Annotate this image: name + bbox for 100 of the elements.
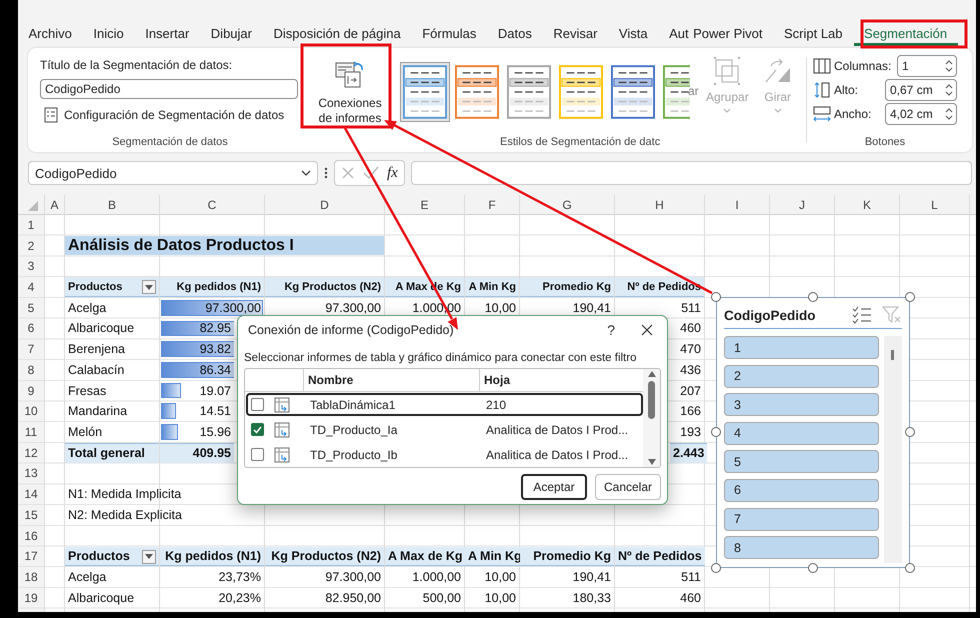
table-cell-text: 436 <box>679 362 702 379</box>
dialog-button[interactable]: Aceptar <box>521 474 587 500</box>
table-cell-text: 82.950,00 <box>324 590 382 607</box>
row-header[interactable]: 6 <box>18 318 44 338</box>
style-swatch[interactable] <box>556 62 606 122</box>
slicer-item[interactable]: 8 <box>724 536 880 560</box>
row-header[interactable]: 17 <box>18 546 44 566</box>
multi-select-icon[interactable] <box>852 306 872 324</box>
row-header[interactable]: 1 <box>18 215 44 235</box>
row-header[interactable]: 16 <box>18 526 44 546</box>
row-header[interactable]: 12 <box>18 442 44 463</box>
list-row[interactable]: TD_Producto_Ib Analitica de Datos I Prod... <box>246 443 643 466</box>
column-header[interactable]: G <box>520 195 614 214</box>
row-header[interactable]: 14 <box>18 484 44 504</box>
style-swatch[interactable] <box>400 62 450 122</box>
row-header[interactable]: 19 <box>18 588 44 608</box>
column-header[interactable]: J <box>770 195 834 214</box>
ribbon-tab[interactable]: Disposición de página <box>262 20 412 46</box>
row-header[interactable]: 4 <box>18 277 44 297</box>
slicer-item[interactable]: 1 <box>724 336 880 359</box>
scroll-down-icon[interactable] <box>648 459 656 465</box>
slicer-item[interactable]: 3 <box>724 393 880 416</box>
column-header[interactable]: H <box>615 195 704 214</box>
table-cell-text: 460 <box>679 320 702 338</box>
row-header[interactable]: 8 <box>18 360 44 380</box>
filter-button[interactable] <box>142 550 156 564</box>
ribbon-tab[interactable]: Fórmulas <box>412 20 488 46</box>
row-header[interactable]: 9 <box>18 380 44 400</box>
table-cell-text: Acelga <box>67 569 108 586</box>
enter-icon[interactable] <box>363 166 379 180</box>
row-header[interactable]: 7 <box>18 339 44 360</box>
column-header[interactable]: B <box>65 195 159 214</box>
slicer-item[interactable]: 2 <box>724 364 880 388</box>
slicer-item[interactable]: 5 <box>724 450 880 474</box>
style-swatch[interactable] <box>608 62 658 122</box>
list-row[interactable]: TD_Producto_Ia Analitica de Datos I Prod... <box>246 418 643 441</box>
table-cell-text: Fresas <box>67 382 108 400</box>
checkbox[interactable] <box>251 423 264 436</box>
dialog-button[interactable]: Cancelar <box>595 474 661 500</box>
connections-button[interactable]: Conexiones de informes <box>310 56 390 126</box>
note-text: N1: Medida Implicita <box>67 486 182 504</box>
ribbon-tab[interactable]: Revisar <box>542 20 608 46</box>
column-header[interactable]: A <box>45 195 64 214</box>
ribbon-tab[interactable]: Datos <box>487 20 543 46</box>
row-header[interactable]: 10 <box>18 401 44 422</box>
table-cell-text: 511 <box>680 300 702 317</box>
spin-field[interactable]: 4,02 cm <box>885 103 957 125</box>
style-swatch[interactable] <box>452 62 502 122</box>
column-header[interactable]: I <box>705 195 769 214</box>
spinner-icon[interactable] <box>945 59 953 73</box>
scrollbar-thumb[interactable] <box>648 381 655 419</box>
row-header[interactable]: 5 <box>18 298 44 318</box>
row-header[interactable]: 18 <box>18 567 44 587</box>
caption-field[interactable]: CodigoPedido <box>40 79 298 99</box>
checkbox[interactable] <box>251 448 264 461</box>
settings-button[interactable]: Configuración de Segmentación de datos <box>44 107 284 123</box>
insert-function-button[interactable]: fx <box>387 164 398 182</box>
scrollbar[interactable] <box>884 336 902 563</box>
style-swatch[interactable] <box>504 62 554 122</box>
column-header[interactable]: E <box>385 195 464 214</box>
ribbon-tab[interactable]: Aut <box>658 20 689 46</box>
table-cell-text: 166 <box>679 403 702 420</box>
table-cell-text: Albaricoque <box>67 320 136 338</box>
ribbon-tab[interactable]: Insertar <box>134 20 200 46</box>
slicer-item[interactable]: 4 <box>724 422 880 445</box>
scroll-up-icon[interactable] <box>648 371 656 377</box>
note-text: N2: Medida Explicita <box>67 506 183 524</box>
ribbon-tab[interactable]: Archivo <box>18 20 83 46</box>
help-button[interactable]: ? <box>599 322 623 338</box>
list-row[interactable]: TablaDinámica1 210 <box>246 393 643 416</box>
column-header[interactable]: D <box>265 195 384 214</box>
column-header[interactable]: C <box>160 195 264 214</box>
slicer-item[interactable]: 6 <box>724 478 880 502</box>
checkbox[interactable] <box>251 398 264 411</box>
spin-field[interactable]: 1 <box>897 55 957 77</box>
clipped-label: ar <box>688 84 699 98</box>
row-header[interactable]: 13 <box>18 464 44 484</box>
formula-field[interactable] <box>410 161 972 185</box>
spinner-icon[interactable] <box>945 107 953 121</box>
ribbon-tab[interactable]: Inicio <box>82 20 135 46</box>
row-header[interactable]: 15 <box>18 505 44 525</box>
name-box[interactable]: CodigoPedido <box>28 161 318 185</box>
spinner-icon[interactable] <box>945 83 953 97</box>
slicer-item[interactable]: 7 <box>724 508 880 531</box>
filter-button[interactable] <box>142 280 156 294</box>
row-header[interactable]: 11 <box>18 422 44 442</box>
more-icon[interactable] <box>324 166 328 180</box>
table-cell-text: 511 <box>680 569 702 586</box>
ribbon-tab[interactable]: Dibujar <box>200 20 263 46</box>
column-header[interactable]: K <box>835 195 899 214</box>
ribbon-tab[interactable]: Segmentación <box>854 20 958 46</box>
ribbon-tab[interactable]: Script Lab <box>773 20 854 46</box>
ribbon-tab[interactable]: Vista <box>608 20 659 46</box>
field-label: Título de la Segmentación de datos: <box>40 58 234 72</box>
column-header[interactable]: F <box>465 195 519 214</box>
row-header[interactable]: 3 <box>18 256 44 276</box>
sheet-title: Análisis de Datos Productos I <box>65 236 384 256</box>
column-header[interactable]: L <box>900 195 969 214</box>
row-header[interactable]: 2 <box>18 236 44 256</box>
spin-field[interactable]: 0,67 cm <box>885 79 957 101</box>
